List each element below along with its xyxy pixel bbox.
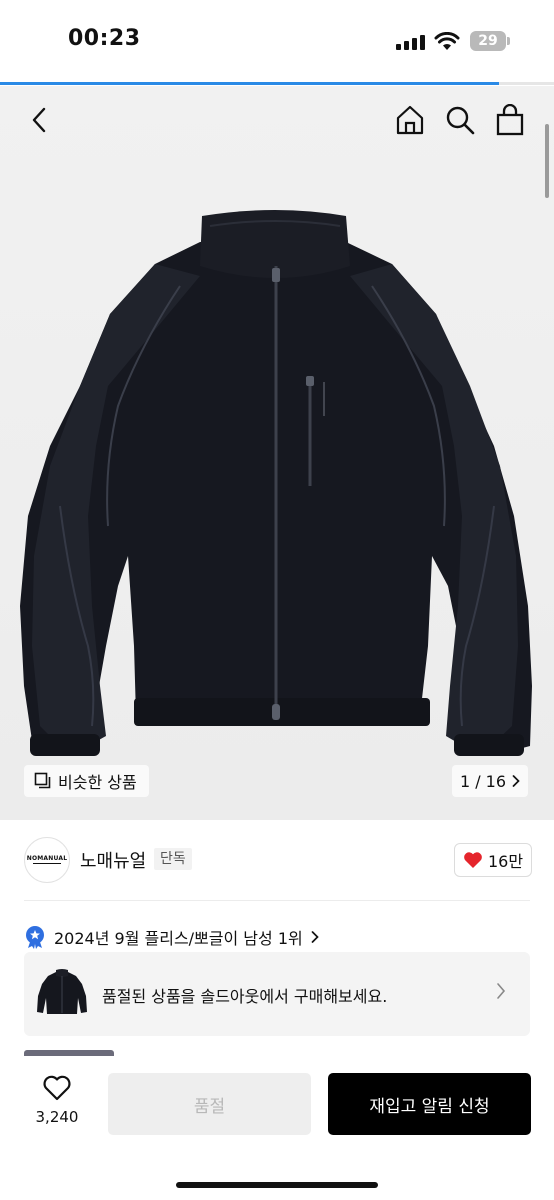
page-load-progress-bar [0,82,499,85]
shopping-bag-icon [496,104,524,136]
like-count: 16만 [487,852,524,871]
back-button[interactable] [20,100,60,140]
exclusive-badge: 단독 [154,848,192,870]
like-button[interactable]: 16만 [454,843,532,877]
chevron-right-icon [512,775,520,787]
home-indicator [176,1182,378,1188]
heart-filled-icon [464,852,482,868]
home-icon [396,105,424,135]
heart-outline-icon [43,1075,71,1101]
brand-logo[interactable]: NOMANUAL [24,837,70,883]
restock-alert-button[interactable]: 재입고 알림 신청 [328,1073,531,1135]
cellular-signal-icon [396,34,426,50]
scrollbar[interactable] [545,124,549,198]
brand-name[interactable]: 노매뉴얼 [80,847,146,873]
soldout-product-thumbnail [37,969,87,1014]
image-counter-text: 1 / 16 [459,771,507,791]
battery-indicator: 29 [470,31,506,51]
wishlist-count: 3,240 [35,1108,79,1126]
product-image-gallery[interactable] [0,86,554,820]
battery-tip [507,37,510,45]
brand-logo-text: NOMANUAL [26,855,68,862]
image-counter[interactable]: 1 / 16 [452,765,528,797]
ranking-badge-icon [26,926,44,949]
soldout-button: 품절 [108,1073,311,1135]
status-time: 00:23 [68,26,141,51]
wifi-icon [434,32,460,50]
search-button[interactable] [440,100,480,140]
similar-items-icon [34,772,51,789]
chevron-right-icon [497,983,506,999]
similar-products-button[interactable]: 비슷한 상품 [24,765,149,797]
search-icon [446,106,475,135]
soldout-promo-text: 품절된 상품을 솔드아웃에서 구매해보세요. [102,987,388,1006]
home-button[interactable] [390,100,430,140]
similar-products-label: 비슷한 상품 [58,773,137,792]
section-divider [24,900,530,901]
chevron-right-icon [311,931,319,943]
soldout-promo-card[interactable]: 품절된 상품을 솔드아웃에서 구매해보세요. [24,952,530,1036]
product-image-fleece-jacket [20,210,532,756]
wishlist-button[interactable]: 3,240 [28,1074,86,1126]
ranking-link[interactable]: 2024년 9월 플리스/뽀글이 남성 1위 [24,925,319,949]
cart-button[interactable] [490,100,530,140]
chevron-left-icon [32,107,46,133]
ranking-text: 2024년 9월 플리스/뽀글이 남성 1위 [54,929,303,948]
